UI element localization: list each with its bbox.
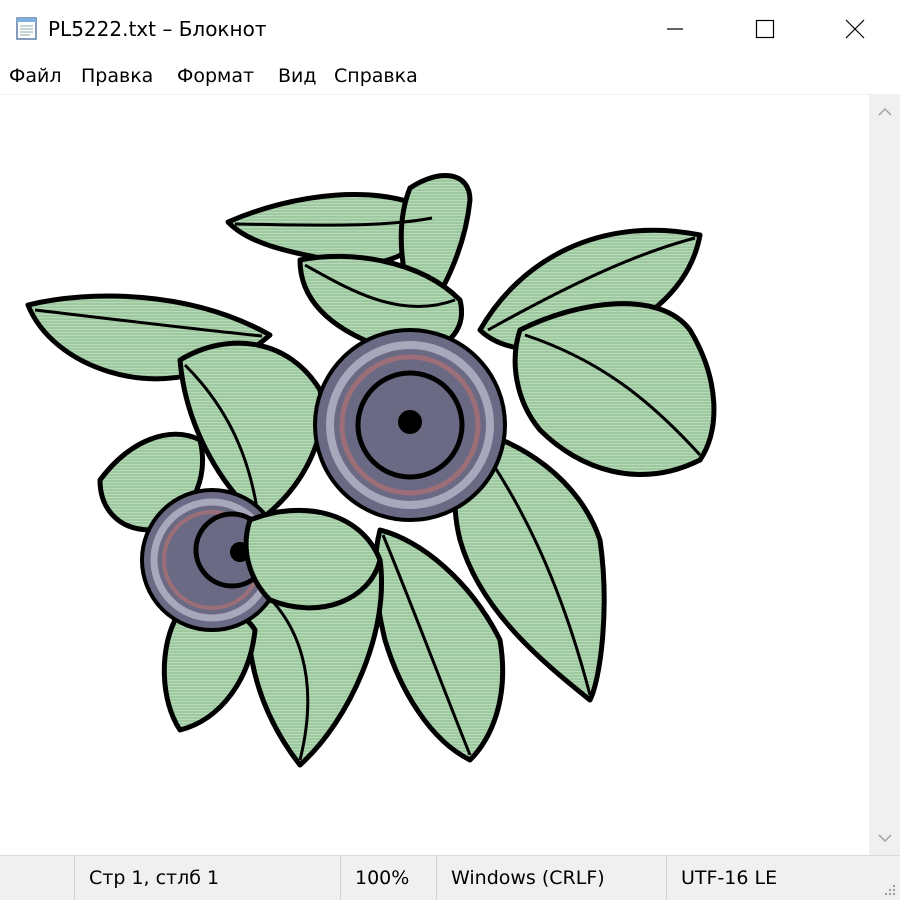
status-line-ending: Windows (CRLF)	[436, 856, 666, 900]
resize-grip-icon[interactable]	[882, 882, 896, 896]
vertical-scrollbar[interactable]	[869, 95, 900, 855]
status-cursor-position: Стр 1, стлб 1	[74, 856, 340, 900]
chevron-up-icon	[877, 107, 892, 116]
status-encoding: UTF-16 LE	[666, 856, 866, 900]
maximize-icon	[755, 19, 775, 39]
close-button[interactable]	[810, 0, 900, 58]
scroll-down-button[interactable]	[869, 821, 900, 855]
notepad-icon	[14, 15, 40, 41]
title-bar[interactable]: PL5222.txt – Блокнот	[0, 0, 900, 58]
status-bar: Стр 1, стлб 1 100% Windows (CRLF) UTF-16…	[0, 855, 900, 900]
status-zoom: 100%	[340, 856, 436, 900]
minimize-button[interactable]	[630, 0, 720, 58]
maximize-button[interactable]	[720, 0, 810, 58]
blueberry-leaves-illustration	[25, 173, 717, 768]
menu-view[interactable]: Вид	[277, 64, 318, 88]
menu-bar: Файл Правка Формат Вид Справка	[0, 58, 900, 95]
scroll-up-button[interactable]	[869, 95, 900, 129]
window-title: PL5222.txt – Блокнот	[48, 17, 267, 41]
menu-help[interactable]: Справка	[333, 64, 419, 88]
minimize-icon	[667, 28, 683, 30]
menu-format[interactable]: Формат	[176, 64, 255, 88]
menu-file[interactable]: Файл	[8, 64, 63, 88]
text-editor[interactable]	[0, 95, 869, 855]
close-icon	[845, 19, 865, 39]
menu-edit[interactable]: Правка	[80, 64, 154, 88]
chevron-down-icon	[877, 834, 892, 843]
